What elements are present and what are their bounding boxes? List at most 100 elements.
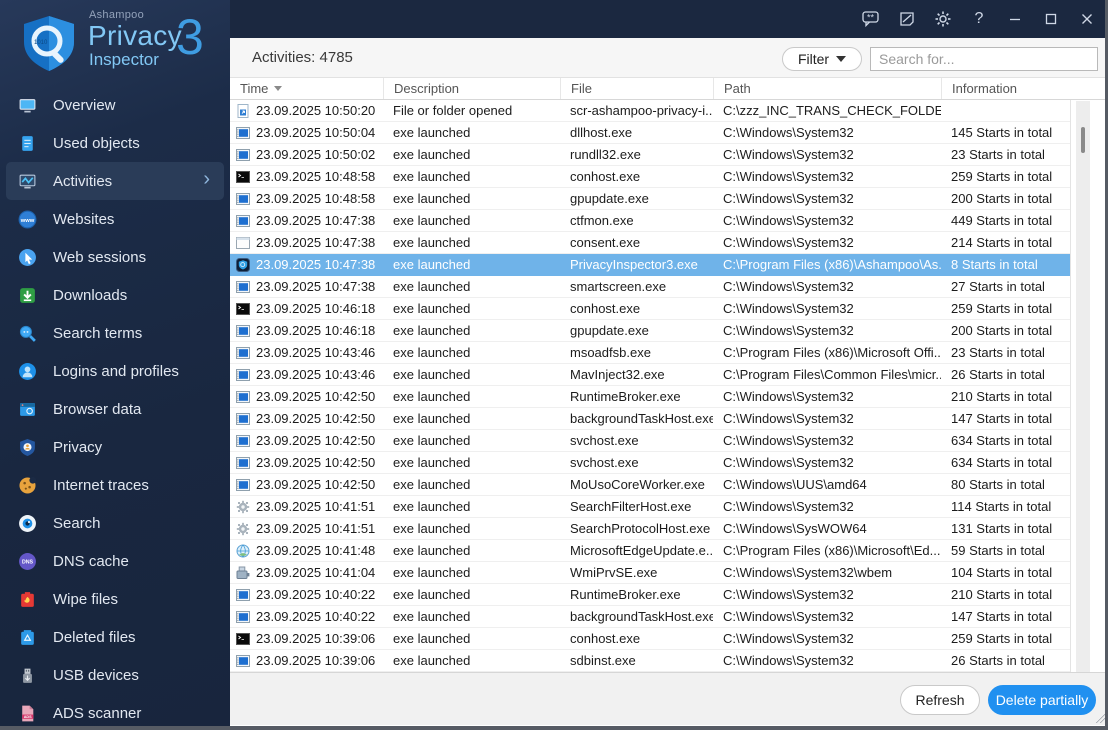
- table-row[interactable]: 23.09.2025 10:42:50 exe launched svchost.e…: [230, 430, 1070, 452]
- resize-grip[interactable]: [1096, 713, 1105, 723]
- cell-path: C:\Program Files\Common Files\micr...: [723, 367, 941, 382]
- app-file-type-icon: [236, 214, 250, 228]
- settings-gear-icon[interactable]: [925, 0, 961, 38]
- cell-file: rundll32.exe: [570, 147, 641, 162]
- table-row[interactable]: 23.09.2025 10:47:38 exe launched smartscre…: [230, 276, 1070, 298]
- sidebar-item-label: Search terms: [53, 324, 143, 342]
- activities-icon: [18, 172, 37, 191]
- cell-time: 23.09.2025 10:47:38: [230, 254, 383, 275]
- table-row[interactable]: 23.09.2025 10:41:51 exe launched SearchFil…: [230, 496, 1070, 518]
- table-row[interactable]: 23.09.2025 10:46:18 exe launched conhost.e…: [230, 298, 1070, 320]
- used-objects-icon: [18, 134, 37, 153]
- filter-button[interactable]: Filter: [782, 47, 862, 71]
- privacy-icon: [18, 438, 37, 457]
- cell-time: 23.09.2025 10:40:22: [230, 606, 383, 627]
- deleted-files-icon: [18, 628, 37, 647]
- browser-data-icon: [18, 400, 37, 419]
- table-row[interactable]: 23.09.2025 10:42:50 exe launched svchost.e…: [230, 452, 1070, 474]
- table-row[interactable]: 23.09.2025 10:50:04 exe launched dllhost.e…: [230, 122, 1070, 144]
- cell-path: C:\Windows\System32: [723, 191, 854, 206]
- table-row[interactable]: 23.09.2025 10:47:38 exe launched consent.e…: [230, 232, 1070, 254]
- sidebar-item-privacy[interactable]: Privacy: [6, 428, 224, 466]
- sidebar-item-wipe-files[interactable]: Wipe files: [6, 580, 224, 618]
- column-header-file[interactable]: File: [560, 78, 713, 99]
- table-row[interactable]: 23.09.2025 10:48:58 exe launched gpupdate.…: [230, 188, 1070, 210]
- notes-icon[interactable]: [889, 0, 925, 38]
- cell-information: 23 Starts in total: [951, 345, 1045, 360]
- search-input[interactable]: [870, 47, 1098, 71]
- table-row[interactable]: 23.09.2025 10:50:20 File or folder opened…: [230, 100, 1070, 122]
- sidebar-item-activities[interactable]: Activities ›: [6, 162, 224, 200]
- column-header-time[interactable]: Time: [230, 78, 383, 99]
- minimize-button[interactable]: [997, 0, 1033, 38]
- scrollbar-thumb[interactable]: [1081, 127, 1085, 153]
- cell-information: [941, 100, 1071, 121]
- close-button[interactable]: [1069, 0, 1105, 38]
- table-row[interactable]: 23.09.2025 10:50:02 exe launched rundll32.…: [230, 144, 1070, 166]
- refresh-button[interactable]: Refresh: [900, 685, 980, 715]
- sidebar-item-overview[interactable]: Overview: [6, 86, 224, 124]
- sidebar-item-usb-devices[interactable]: USB devices: [6, 656, 224, 694]
- table-row[interactable]: 23.09.2025 10:42:50 exe launched backgroun…: [230, 408, 1070, 430]
- cell-file: dllhost.exe: [570, 125, 633, 140]
- table-row[interactable]: 23.09.2025 10:40:22 exe launched backgroun…: [230, 606, 1070, 628]
- feedback-icon[interactable]: **: [853, 0, 889, 38]
- cell-path: C:\Windows\System32: [723, 213, 854, 228]
- cell-time: 23.09.2025 10:46:18: [230, 298, 383, 319]
- cell-path: C:\Windows\SysWOW64: [723, 521, 867, 536]
- table-row[interactable]: 23.09.2025 10:47:38 exe launched PrivacyIn…: [230, 254, 1070, 276]
- table-row[interactable]: 23.09.2025 10:48:58 exe launched conhost.e…: [230, 166, 1070, 188]
- sidebar-item-search-terms[interactable]: Search terms: [6, 314, 224, 352]
- cell-file: conhost.exe: [570, 301, 641, 316]
- column-header-description[interactable]: Description: [383, 78, 560, 99]
- table-row[interactable]: 23.09.2025 10:39:06 exe launched sdbinst.e…: [230, 650, 1070, 672]
- vertical-scrollbar[interactable]: [1076, 101, 1090, 710]
- sidebar-item-deleted-files[interactable]: Deleted files: [6, 618, 224, 656]
- cell-time: 23.09.2025 10:39:06: [230, 628, 383, 649]
- console-file-type-icon: [236, 302, 250, 316]
- table-row[interactable]: 23.09.2025 10:43:46 exe launched MavInject…: [230, 364, 1070, 386]
- cell-information: 145 Starts in total: [951, 125, 1053, 140]
- table-row[interactable]: 23.09.2025 10:47:38 exe launched ctfmon.ex…: [230, 210, 1070, 232]
- cell-path: C:\Windows\System32: [723, 301, 854, 316]
- sidebar-item-browser-data[interactable]: Browser data: [6, 390, 224, 428]
- sidebar-item-dns-cache[interactable]: DNS DNS cache: [6, 542, 224, 580]
- cell-description: exe launched: [393, 191, 471, 206]
- sidebar-item-logins[interactable]: Logins and profiles: [6, 352, 224, 390]
- table-row[interactable]: 23.09.2025 10:39:06 exe launched conhost.e…: [230, 628, 1070, 650]
- sidebar-item-ads-scanner[interactable]: ADS ADS scanner: [6, 694, 224, 726]
- sidebar-item-web-sessions[interactable]: Web sessions: [6, 238, 224, 276]
- table-row[interactable]: 23.09.2025 10:46:18 exe launched gpupdate.…: [230, 320, 1070, 342]
- cell-path: C:\Windows\System32: [723, 323, 854, 338]
- table-row[interactable]: 23.09.2025 10:41:51 exe launched SearchPro…: [230, 518, 1070, 540]
- cell-file: RuntimeBroker.exe: [570, 587, 681, 602]
- sidebar-item-label: Web sessions: [53, 248, 147, 266]
- file-file-type-icon: [236, 103, 250, 118]
- table-row[interactable]: 23.09.2025 10:42:50 exe launched RuntimeBr…: [230, 386, 1070, 408]
- cell-time: 23.09.2025 10:42:50: [230, 452, 383, 473]
- sidebar-item-used-objects[interactable]: Used objects: [6, 124, 224, 162]
- column-header-path[interactable]: Path: [713, 78, 941, 99]
- cell-path: C:\Windows\System32: [723, 433, 854, 448]
- table-row[interactable]: 23.09.2025 10:40:22 exe launched RuntimeBr…: [230, 584, 1070, 606]
- sidebar-item-websites[interactable]: www Websites: [6, 200, 224, 238]
- cell-information: 259 Starts in total: [951, 631, 1053, 646]
- app-file-type-icon: [236, 434, 250, 448]
- sidebar-item-downloads[interactable]: Downloads: [6, 276, 224, 314]
- sidebar-item-internet-traces[interactable]: Internet traces: [6, 466, 224, 504]
- usb-devices-icon: [18, 666, 37, 685]
- sidebar-item-label: Browser data: [53, 400, 142, 418]
- maximize-button[interactable]: [1033, 0, 1069, 38]
- brand-version: 3: [176, 9, 204, 65]
- table-row[interactable]: 23.09.2025 10:41:48 exe launched Microsoft…: [230, 540, 1070, 562]
- cell-description: exe launched: [393, 279, 471, 294]
- table-row[interactable]: 23.09.2025 10:41:04 exe launched WmiPrvSE.…: [230, 562, 1070, 584]
- cell-file: SearchFilterHost.exe: [570, 499, 692, 514]
- help-icon[interactable]: ?: [961, 0, 997, 38]
- delete-partially-button[interactable]: Delete partially: [988, 685, 1096, 715]
- table-row[interactable]: 23.09.2025 10:43:46 exe launched msoadfsb.…: [230, 342, 1070, 364]
- column-header-information[interactable]: Information: [941, 78, 1070, 99]
- table-row[interactable]: 23.09.2025 10:42:50 exe launched MoUsoCore…: [230, 474, 1070, 496]
- sidebar-item-search[interactable]: Search: [6, 504, 224, 542]
- cell-description: exe launched: [393, 169, 471, 184]
